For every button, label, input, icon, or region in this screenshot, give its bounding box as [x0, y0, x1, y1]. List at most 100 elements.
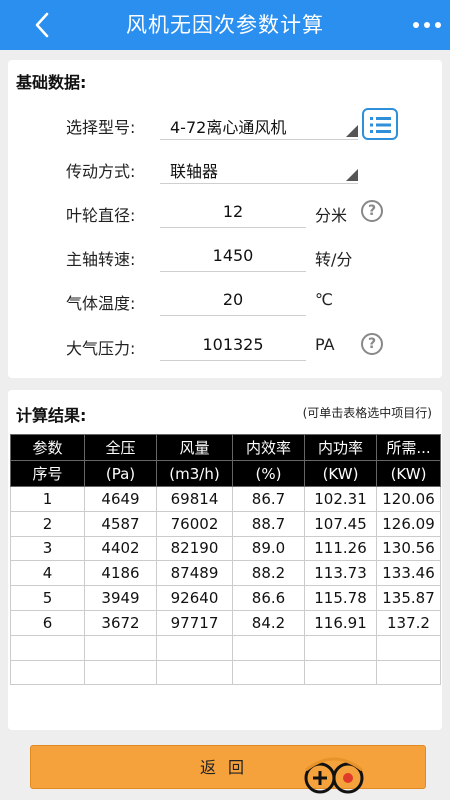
table-row[interactable]: 6 3672 97717 84.2 116.91 137.2: [10, 609, 441, 636]
results-header-cell: 参数: [10, 434, 85, 461]
pressure-input[interactable]: 101325: [160, 331, 306, 361]
results-header-cell: 内功率: [304, 434, 377, 461]
table-cell: 3: [10, 535, 85, 562]
table-cell: 4649: [84, 486, 157, 512]
pressure-row: 大气压力: 101325 PA ?: [8, 331, 442, 361]
table-cell: 87489: [156, 560, 233, 587]
table-cell: 2: [10, 510, 85, 537]
results-header-cell: 内效率: [232, 434, 305, 461]
table-cell: [304, 634, 377, 661]
temp-input[interactable]: 20: [160, 286, 306, 316]
table-row[interactable]: 2 4587 76002 88.7 107.45 126.09: [10, 510, 441, 537]
pressure-unit: PA: [315, 335, 335, 354]
results-table-body: 1 4649 69814 86.7 102.31 120.06 2 4587 76002 88.7…: [10, 486, 441, 686]
results-card: 计算结果: (可单击表格选中项目行) 参数 全压 风量 内效率 内功率 所需... 序号 (P…: [8, 390, 442, 730]
table-cell: 3672: [84, 609, 157, 636]
table-cell: 102.31: [304, 486, 377, 512]
pressure-help-icon[interactable]: ?: [361, 333, 383, 355]
impeller-help-icon[interactable]: ?: [361, 200, 383, 222]
drive-select[interactable]: 联轴器: [160, 154, 358, 184]
table-cell: [84, 634, 157, 661]
table-cell: [232, 634, 305, 661]
table-cell: 5: [10, 585, 85, 611]
speed-label: 主轴转速:: [66, 250, 136, 269]
table-row[interactable]: 3 4402 82190 89.0 111.26 130.56: [10, 535, 441, 562]
list-icon: [370, 117, 391, 133]
table-cell: 69814: [156, 486, 233, 512]
results-header-row: 序号 (Pa) (m3/h) (%) (KW) (KW): [10, 460, 441, 487]
table-cell: 113.73: [304, 560, 377, 587]
table-row[interactable]: [10, 634, 441, 661]
table-cell: 130.56: [376, 535, 441, 562]
temp-unit: ℃: [315, 290, 333, 309]
results-header-cell: (KW): [304, 460, 377, 487]
table-cell: 137.2: [376, 609, 441, 636]
model-label: 选择型号:: [66, 118, 136, 137]
table-cell: 111.26: [304, 535, 377, 562]
table-cell: 120.06: [376, 486, 441, 512]
table-cell: 4402: [84, 535, 157, 562]
table-cell: 115.78: [304, 585, 377, 611]
watermark-logo-icon: [304, 757, 364, 794]
table-cell: 1: [10, 486, 85, 512]
table-cell: 107.45: [304, 510, 377, 537]
model-list-button[interactable]: [362, 108, 398, 140]
table-cell: 89.0: [232, 535, 305, 562]
results-header-cell: (%): [232, 460, 305, 487]
results-header-cell: 序号: [10, 460, 85, 487]
table-cell: 88.2: [232, 560, 305, 587]
table-cell: 4587: [84, 510, 157, 537]
table-cell: [304, 659, 377, 686]
table-cell: 133.46: [376, 560, 441, 587]
pressure-label: 大气压力:: [66, 339, 136, 358]
table-cell: 86.7: [232, 486, 305, 512]
table-cell: [156, 634, 233, 661]
table-row[interactable]: 5 3949 92640 86.6 115.78 135.87: [10, 585, 441, 611]
page-title: 风机无因次参数计算: [126, 13, 324, 37]
table-cell: 97717: [156, 609, 233, 636]
table-cell: 92640: [156, 585, 233, 611]
results-table-header: 参数 全压 风量 内效率 内功率 所需... 序号 (Pa) (m3/h) (%) (KW) (KW): [10, 434, 441, 487]
results-header-cell: (KW): [376, 460, 441, 487]
results-section-title: 计算结果:: [16, 406, 87, 425]
model-select[interactable]: 4-72离心通风机: [160, 110, 358, 140]
results-header-cell: (m3/h): [156, 460, 233, 487]
table-cell: [376, 634, 441, 661]
basic-section-title: 基础数据:: [16, 73, 87, 92]
table-row[interactable]: 1 4649 69814 86.7 102.31 120.06: [10, 486, 441, 512]
table-cell: 4: [10, 560, 85, 587]
speed-input[interactable]: 1450: [160, 242, 306, 272]
table-cell: 84.2: [232, 609, 305, 636]
table-cell: 88.7: [232, 510, 305, 537]
model-value: 4-72离心通风机: [170, 118, 287, 137]
table-cell: 86.6: [232, 585, 305, 611]
results-hint: (可单击表格选中项目行): [302, 406, 432, 420]
more-dots-icon[interactable]: [412, 18, 442, 32]
table-row[interactable]: [10, 659, 441, 686]
temp-row: 气体温度: 20 ℃: [8, 286, 442, 316]
table-cell: [10, 634, 85, 661]
speed-row: 主轴转速: 1450 转/分: [8, 242, 442, 272]
speed-unit: 转/分: [315, 250, 353, 269]
table-cell: 116.91: [304, 609, 377, 636]
temp-label: 气体温度:: [66, 294, 136, 313]
table-row[interactable]: 4 4186 87489 88.2 113.73 133.46: [10, 560, 441, 587]
table-cell: 4186: [84, 560, 157, 587]
results-header-cell: 所需...: [376, 434, 441, 461]
drive-value: 联轴器: [170, 162, 219, 181]
basic-data-card: 基础数据: 选择型号: 4-72离心通风机 传动方式: 联轴器 叶轮直径: 12…: [8, 60, 442, 378]
table-cell: [10, 659, 85, 686]
table-cell: 6: [10, 609, 85, 636]
results-header-cell: 全压: [84, 434, 157, 461]
results-header-cell: (Pa): [84, 460, 157, 487]
table-cell: [376, 659, 441, 686]
impeller-unit: 分米: [315, 206, 348, 225]
table-cell: [84, 659, 157, 686]
results-header-cell: 风量: [156, 434, 233, 461]
table-cell: 82190: [156, 535, 233, 562]
app-header: 风机无因次参数计算: [0, 0, 450, 50]
impeller-diameter-input[interactable]: 12: [160, 198, 306, 228]
results-table: 参数 全压 风量 内效率 内功率 所需... 序号 (Pa) (m3/h) (%) (KW) (KW)…: [10, 434, 441, 686]
drive-label: 传动方式:: [66, 162, 136, 181]
impeller-row: 叶轮直径: 12 分米 ?: [8, 198, 442, 228]
